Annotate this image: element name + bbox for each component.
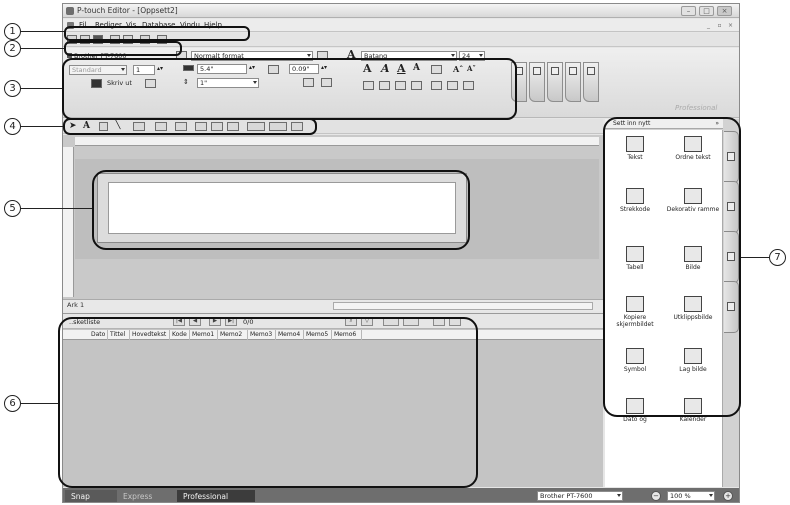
callout-number-4: 4	[4, 118, 21, 135]
vertical-ruler	[63, 147, 74, 297]
horizontal-ruler	[75, 137, 599, 146]
callout-number-2: 2	[4, 40, 21, 57]
leader-line-6	[20, 403, 58, 405]
palette-tab-table[interactable]	[583, 62, 599, 102]
doc-close-icon[interactable]: ×	[727, 22, 734, 29]
zoom-in-button[interactable]: +	[723, 491, 733, 501]
callout-number-5: 5	[4, 200, 21, 217]
minimize-button[interactable]: –	[681, 6, 696, 16]
close-button[interactable]: ×	[717, 6, 732, 16]
app-icon	[66, 7, 74, 15]
brand-watermark: Professional	[675, 104, 718, 112]
title-bar: P-touch Editor - [Oppsett2] – □ ×	[63, 4, 739, 18]
callout-number-6: 6	[4, 395, 21, 412]
sheet-tab[interactable]: Ark 1	[67, 301, 84, 309]
leader-line-4	[20, 126, 63, 128]
printer-select[interactable]: Brother PT-7600	[537, 491, 623, 501]
mode-tab-snap[interactable]: Snap	[65, 490, 117, 502]
callout-number-1: 1	[4, 23, 21, 40]
horizontal-scrollbar[interactable]	[333, 302, 593, 310]
callout-box-layout	[92, 170, 470, 250]
leader-line-1	[20, 31, 64, 33]
leader-line-2	[20, 48, 64, 50]
callout-number-7: 7	[769, 249, 786, 266]
callout-box-standard-toolbar	[64, 41, 182, 56]
sheet-bar: Ark 1	[63, 299, 603, 311]
window-title: P-touch Editor - [Oppsett2]	[77, 6, 178, 15]
palette-tab-layout[interactable]	[565, 62, 581, 102]
zoom-out-button[interactable]: −	[651, 491, 661, 501]
palette-tab-text[interactable]	[547, 62, 563, 102]
palette-tab-paper[interactable]	[529, 62, 545, 102]
callout-number-3: 3	[4, 80, 21, 97]
mode-tab-professional[interactable]: Professional	[177, 490, 255, 502]
leader-line-3	[20, 88, 62, 90]
callout-box-database	[58, 317, 478, 488]
mode-bar: Snap Express Professional Brother PT-760…	[63, 488, 739, 502]
leader-line-5	[20, 208, 92, 210]
callout-box-menubar	[64, 26, 250, 41]
doc-restore-icon[interactable]: ▫	[716, 22, 723, 29]
maximize-button[interactable]: □	[699, 6, 714, 16]
callout-box-insert-panel	[603, 117, 741, 417]
leader-line-7	[741, 257, 769, 259]
mode-tab-express[interactable]: Express	[117, 490, 177, 502]
callout-box-draw-toolbar	[63, 118, 317, 135]
callout-box-properties	[62, 58, 517, 120]
doc-minimize-icon[interactable]: _	[705, 22, 712, 29]
zoom-select[interactable]: 100 %	[667, 491, 715, 501]
